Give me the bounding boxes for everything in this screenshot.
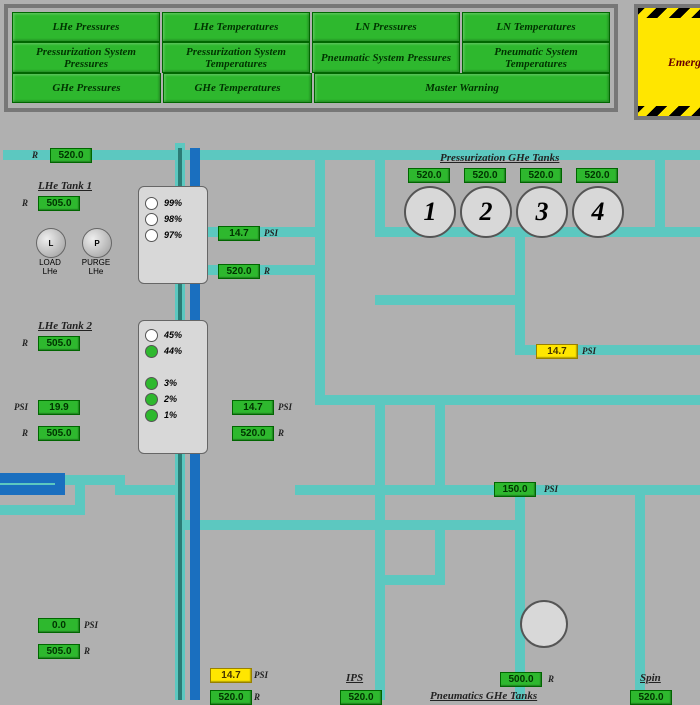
unit-psi: PSI (14, 402, 28, 412)
nav-lhe-pressures[interactable]: LHe Pressures (12, 12, 160, 42)
lhe1-psi: 14.7 (218, 226, 260, 241)
nav-pneu-sys-temp[interactable]: Pneumatic System Temperatures (462, 42, 610, 72)
pneu-tank (520, 600, 568, 648)
unit-R: R (22, 428, 28, 438)
lhe2-tank: 45% 44% 3% 2% 1% (138, 320, 208, 454)
mid-psi: 150.0 (494, 482, 536, 497)
pneu-title: Pneumatics GHe Tanks (430, 690, 537, 702)
unit-R: R (22, 338, 28, 348)
bl-psi: 0.0 (38, 618, 80, 633)
lhe2-lev-45: 45% (145, 327, 201, 343)
left-R: 505.0 (38, 426, 80, 441)
unit-R: R (264, 266, 270, 276)
lhe1-lev-99: 99% (145, 195, 201, 211)
ghe-v1: 520.0 (408, 168, 450, 183)
unit-R: R (22, 198, 28, 208)
ghe-tank-3: 3 (516, 186, 568, 238)
ghe-title: Pressurization GHe Tanks (440, 152, 559, 164)
ghe-v3: 520.0 (520, 168, 562, 183)
ghe-psi: 14.7 (536, 344, 578, 359)
lhe2-lev-44: 44% (145, 343, 201, 359)
spin-val: 520.0 (630, 690, 672, 705)
unit-psi: PSI (582, 346, 596, 356)
unit-R: R (254, 692, 260, 702)
nav-master-warning[interactable]: Master Warning (314, 73, 610, 103)
purge-label: PURGELHe (81, 258, 111, 276)
ghe-tank-1: 1 (404, 186, 456, 238)
lhe2-temp: 520.0 (232, 426, 274, 441)
unit-psi: PSI (84, 620, 98, 630)
lhe1-tank: 99% 98% 97% (138, 186, 208, 284)
ghe-tank-2: 2 (460, 186, 512, 238)
nav-ln-temps[interactable]: LN Temperatures (462, 12, 610, 42)
lhe1-lev-97: 97% (145, 227, 201, 243)
unit-R: R (548, 674, 554, 684)
ghe-v4: 520.0 (576, 168, 618, 183)
lhe2-R: 505.0 (38, 336, 80, 351)
nav-ln-pressures[interactable]: LN Pressures (312, 12, 460, 42)
spin-label: Spin (640, 672, 661, 684)
lhe2-lev-2: 2% (145, 391, 201, 407)
load-button[interactable]: L (36, 228, 66, 258)
lhe1-R: 505.0 (38, 196, 80, 211)
ghe-v2: 520.0 (464, 168, 506, 183)
ips-val: 520.0 (340, 690, 382, 705)
lhe2-title: LHe Tank 2 (38, 320, 92, 332)
ips-label: IPS (346, 672, 363, 684)
nav-pneu-sys-press[interactable]: Pneumatic System Pressures (312, 42, 460, 72)
emergency-label: Emerg Pu (668, 55, 700, 70)
bl-R: 505.0 (38, 644, 80, 659)
nav-press-sys-press[interactable]: Pressurization System Pressures (12, 42, 160, 72)
lhe2-psi: 14.7 (232, 400, 274, 415)
unit-R: R (84, 646, 90, 656)
unit-R: R (278, 428, 284, 438)
unit-psi: PSI (278, 402, 292, 412)
nav-panel: LHe Pressures LHe Temperatures LN Pressu… (4, 4, 618, 112)
nav-ghe-press[interactable]: GHe Pressures (12, 73, 161, 103)
unit-psi: PSI (544, 484, 558, 494)
unit-R: R (32, 150, 38, 160)
load-label: LOADLHe (35, 258, 65, 276)
lhe2-lev-3: 3% (145, 375, 201, 391)
bot-R: 520.0 (210, 690, 252, 705)
bot-psi: 14.7 (210, 668, 252, 683)
purge-button[interactable]: P (82, 228, 112, 258)
lhe1-temp: 520.0 (218, 264, 260, 279)
unit-psi: PSI (264, 228, 278, 238)
left-psi: 19.9 (38, 400, 80, 415)
pneu-val: 500.0 (500, 672, 542, 687)
nav-lhe-temps[interactable]: LHe Temperatures (162, 12, 310, 42)
lhe2-lev-1: 1% (145, 407, 201, 423)
emergency-button[interactable]: Emerg Pu (634, 4, 700, 120)
ghe-tank-4: 4 (572, 186, 624, 238)
top-temp: 520.0 (50, 148, 92, 163)
unit-psi: PSI (254, 670, 268, 680)
nav-ghe-temps[interactable]: GHe Temperatures (163, 73, 312, 103)
lhe1-title: LHe Tank 1 (38, 180, 92, 192)
nav-press-sys-temp[interactable]: Pressurization System Temperatures (162, 42, 310, 72)
lhe1-lev-98: 98% (145, 211, 201, 227)
